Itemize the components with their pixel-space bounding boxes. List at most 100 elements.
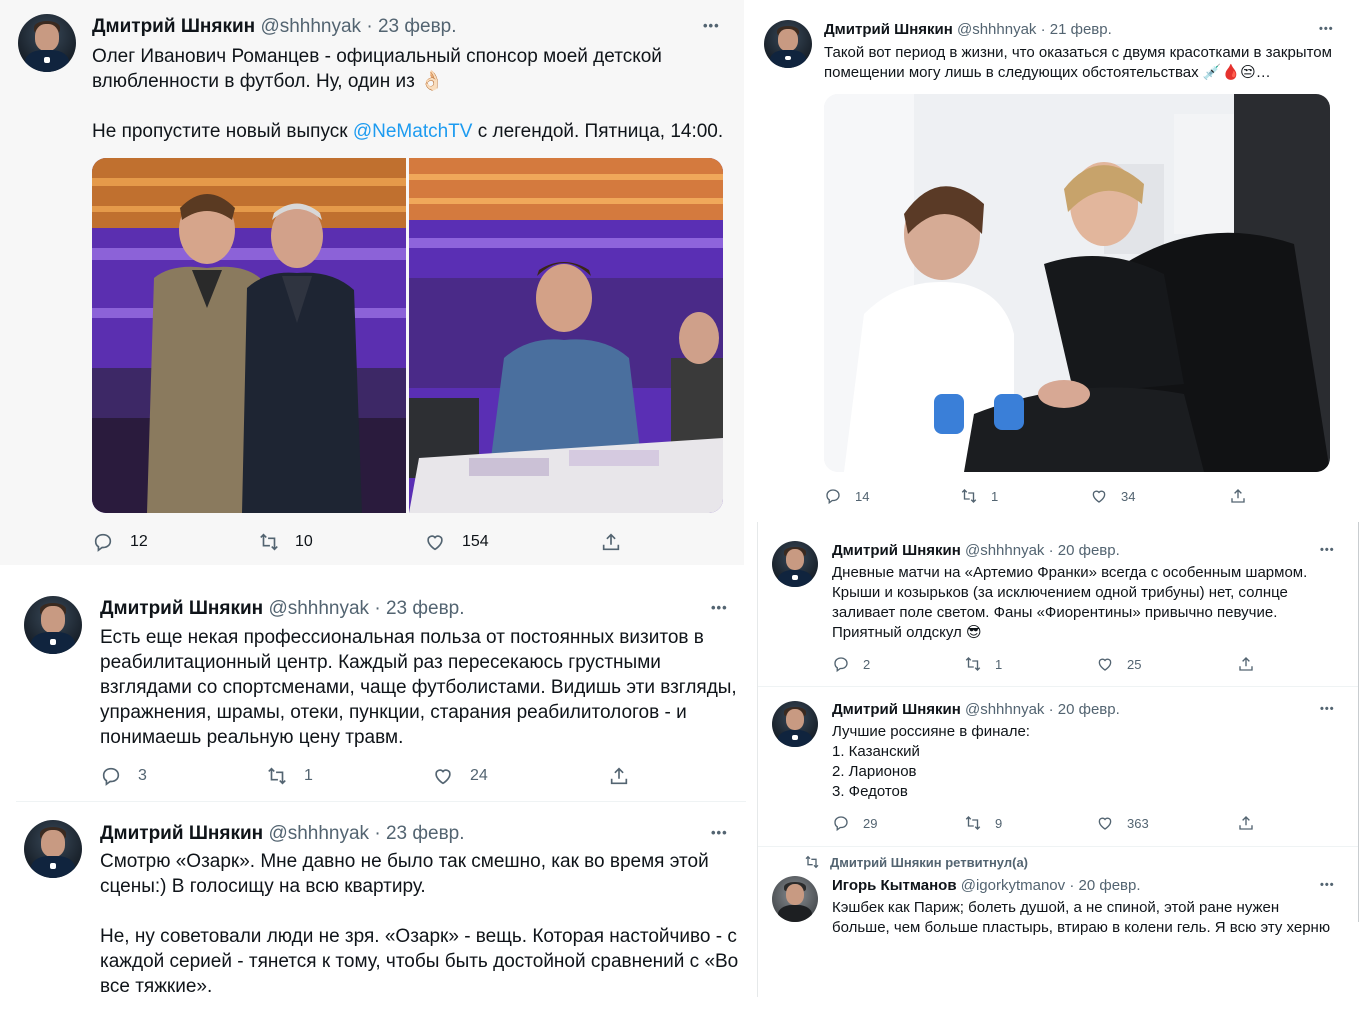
retweet-count: 10	[295, 533, 313, 550]
tweet-photo[interactable]	[824, 94, 1330, 472]
author-name[interactable]: Дмитрий Шнякин	[92, 16, 255, 37]
tweet-date[interactable]: 20 февр.	[1058, 542, 1120, 559]
retweet-count: 1	[991, 488, 999, 504]
share-button[interactable]	[608, 765, 630, 787]
tweet-fiorentina[interactable]: Дмитрий Шнякин @shhhnyak · 20 февр. ••• …	[758, 524, 1358, 684]
reply-button[interactable]: 14	[824, 487, 869, 505]
retweet-count: 1	[304, 767, 313, 784]
retweet-label[interactable]: Дмитрий Шнякин ретвитнул(а)	[830, 855, 1028, 870]
tweet-text-line: Лучшие россияне в финале:	[832, 723, 1030, 740]
author-handle[interactable]: @shhhnyak	[957, 21, 1036, 38]
like-button[interactable]: 24	[432, 765, 488, 787]
avatar[interactable]	[772, 701, 818, 747]
more-icon[interactable]: •••	[711, 600, 728, 615]
like-button[interactable]: 25	[1096, 655, 1141, 673]
avatar[interactable]	[24, 596, 82, 654]
tweet-date[interactable]: 20 февр.	[1079, 877, 1141, 894]
reply-button[interactable]: 3	[100, 765, 147, 787]
like-button[interactable]: 363	[1096, 814, 1149, 832]
tweet-date[interactable]: 23 февр.	[378, 16, 457, 37]
share-button[interactable]	[600, 531, 622, 553]
tweet-photo-right[interactable]	[409, 158, 723, 513]
tweet-text-line: сцены:) В голосищу на всю квартиру.	[100, 876, 426, 897]
more-icon[interactable]: •••	[711, 825, 728, 840]
like-count: 363	[1127, 815, 1149, 831]
author-handle[interactable]: @shhhnyak	[268, 823, 369, 844]
author-name[interactable]: Дмитрий Шнякин	[824, 21, 953, 38]
tweet-date[interactable]: 23 февр.	[386, 823, 465, 844]
avatar[interactable]	[764, 20, 812, 68]
author-name[interactable]: Дмитрий Шнякин	[832, 701, 961, 718]
author-name[interactable]: Дмитрий Шнякин	[100, 598, 263, 619]
more-icon[interactable]: •••	[1320, 703, 1335, 715]
retweet-button[interactable]: 1	[266, 765, 313, 787]
reply-button[interactable]: 2	[832, 655, 870, 673]
tweet-clinic[interactable]: Дмитрий Шнякин @shhhnyak · 21 февр. ••• …	[748, 0, 1366, 520]
tweet-text-line: 3. Федотов	[832, 783, 908, 800]
separator: ·	[1048, 542, 1054, 559]
reply-count: 12	[130, 533, 148, 550]
tweet-text: Кэшбек как Париж; болеть душой, а не спи…	[832, 898, 1352, 936]
tweet-text-line: Такой вот период в жизни, что оказаться …	[824, 44, 1332, 61]
author-name[interactable]: Дмитрий Шнякин	[100, 823, 263, 844]
tweet-rehab[interactable]: Дмитрий Шнякин @shhhnyak · 23 февр. ••• …	[16, 580, 746, 795]
author-handle[interactable]: @shhhnyak	[965, 701, 1044, 718]
more-icon[interactable]: •••	[1319, 23, 1334, 35]
like-button[interactable]: 34	[1090, 487, 1135, 505]
tweet-retweet-igor[interactable]: Дмитрий Шнякин ретвитнул(а) Игорь Кытман…	[758, 848, 1358, 936]
tweet-text-line: все тяжкие».	[100, 976, 213, 997]
share-icon	[1231, 489, 1245, 503]
like-count: 34	[1121, 488, 1136, 504]
tweet-photo-left[interactable]	[92, 158, 406, 513]
reply-icon	[834, 657, 848, 673]
avatar[interactable]	[772, 876, 818, 922]
more-icon[interactable]: •••	[703, 18, 720, 33]
reply-button[interactable]: 29	[832, 814, 877, 832]
reply-count: 3	[138, 767, 147, 784]
tweet-text-line: Олег Иванович Романцев - официальный спо…	[92, 46, 662, 67]
avatar[interactable]	[24, 820, 82, 878]
reply-icon	[94, 533, 112, 552]
photo-man-at-table	[409, 158, 723, 513]
retweet-button[interactable]: 10	[258, 531, 313, 553]
author-handle[interactable]: @shhhnyak	[260, 16, 361, 37]
author-handle[interactable]: @igorkytmanov	[961, 877, 1065, 894]
reply-icon	[834, 816, 848, 832]
more-icon[interactable]: •••	[1320, 544, 1335, 556]
tweet-romantsev[interactable]: Дмитрий Шнякин @shhhnyak · 23 февр. ••• …	[0, 0, 744, 565]
author-name[interactable]: Дмитрий Шнякин	[832, 542, 961, 559]
tweet-text: Олег Иванович Романцев - официальный спо…	[92, 44, 732, 144]
like-button[interactable]: 154	[424, 531, 489, 553]
share-button[interactable]	[1237, 814, 1255, 832]
tweet-best-russians[interactable]: Дмитрий Шнякин @shhhnyak · 20 февр. ••• …	[758, 687, 1358, 847]
retweet-button[interactable]: 9	[964, 814, 1002, 832]
tweet-text-line: помещении могу лишь в следующих обстояте…	[824, 64, 1271, 81]
tweet-text-line: Кэшбек как Париж; болеть душой, а не спи…	[832, 899, 1280, 916]
share-button[interactable]	[1237, 655, 1255, 673]
like-icon	[1098, 817, 1112, 830]
author-handle[interactable]: @shhhnyak	[965, 542, 1044, 559]
tweet-text-line: Крыши и козырьков (за исключением одной …	[832, 584, 1288, 601]
mention-link[interactable]: @NeMatchTV	[353, 121, 473, 142]
share-button[interactable]	[1229, 487, 1247, 505]
like-icon	[1098, 658, 1112, 671]
tweet-ozark[interactable]: Дмитрий Шнякин @shhhnyak · 23 февр. ••• …	[16, 803, 756, 1012]
author-handle[interactable]: @shhhnyak	[268, 598, 369, 619]
retweet-button[interactable]: 1	[960, 487, 998, 505]
author-name[interactable]: Игорь Кытманов	[832, 877, 957, 894]
avatar[interactable]	[18, 14, 76, 72]
more-icon[interactable]: •••	[1320, 879, 1335, 891]
retweet-indicator: Дмитрий Шнякин ретвитнул(а)	[804, 854, 1028, 870]
share-icon	[610, 767, 628, 785]
tweet-date[interactable]: 20 февр.	[1058, 701, 1120, 718]
retweet-button[interactable]: 1	[964, 655, 1002, 673]
tweet-date[interactable]: 21 февр.	[1050, 21, 1112, 38]
avatar[interactable]	[772, 541, 818, 587]
tweet-text-line: 2. Ларионов	[832, 763, 917, 780]
retweet-icon	[965, 657, 981, 671]
reply-icon	[102, 767, 120, 786]
reply-count: 2	[863, 656, 871, 672]
reply-button[interactable]: 12	[92, 531, 148, 553]
share-icon	[602, 533, 620, 551]
tweet-date[interactable]: 23 февр.	[386, 598, 465, 619]
